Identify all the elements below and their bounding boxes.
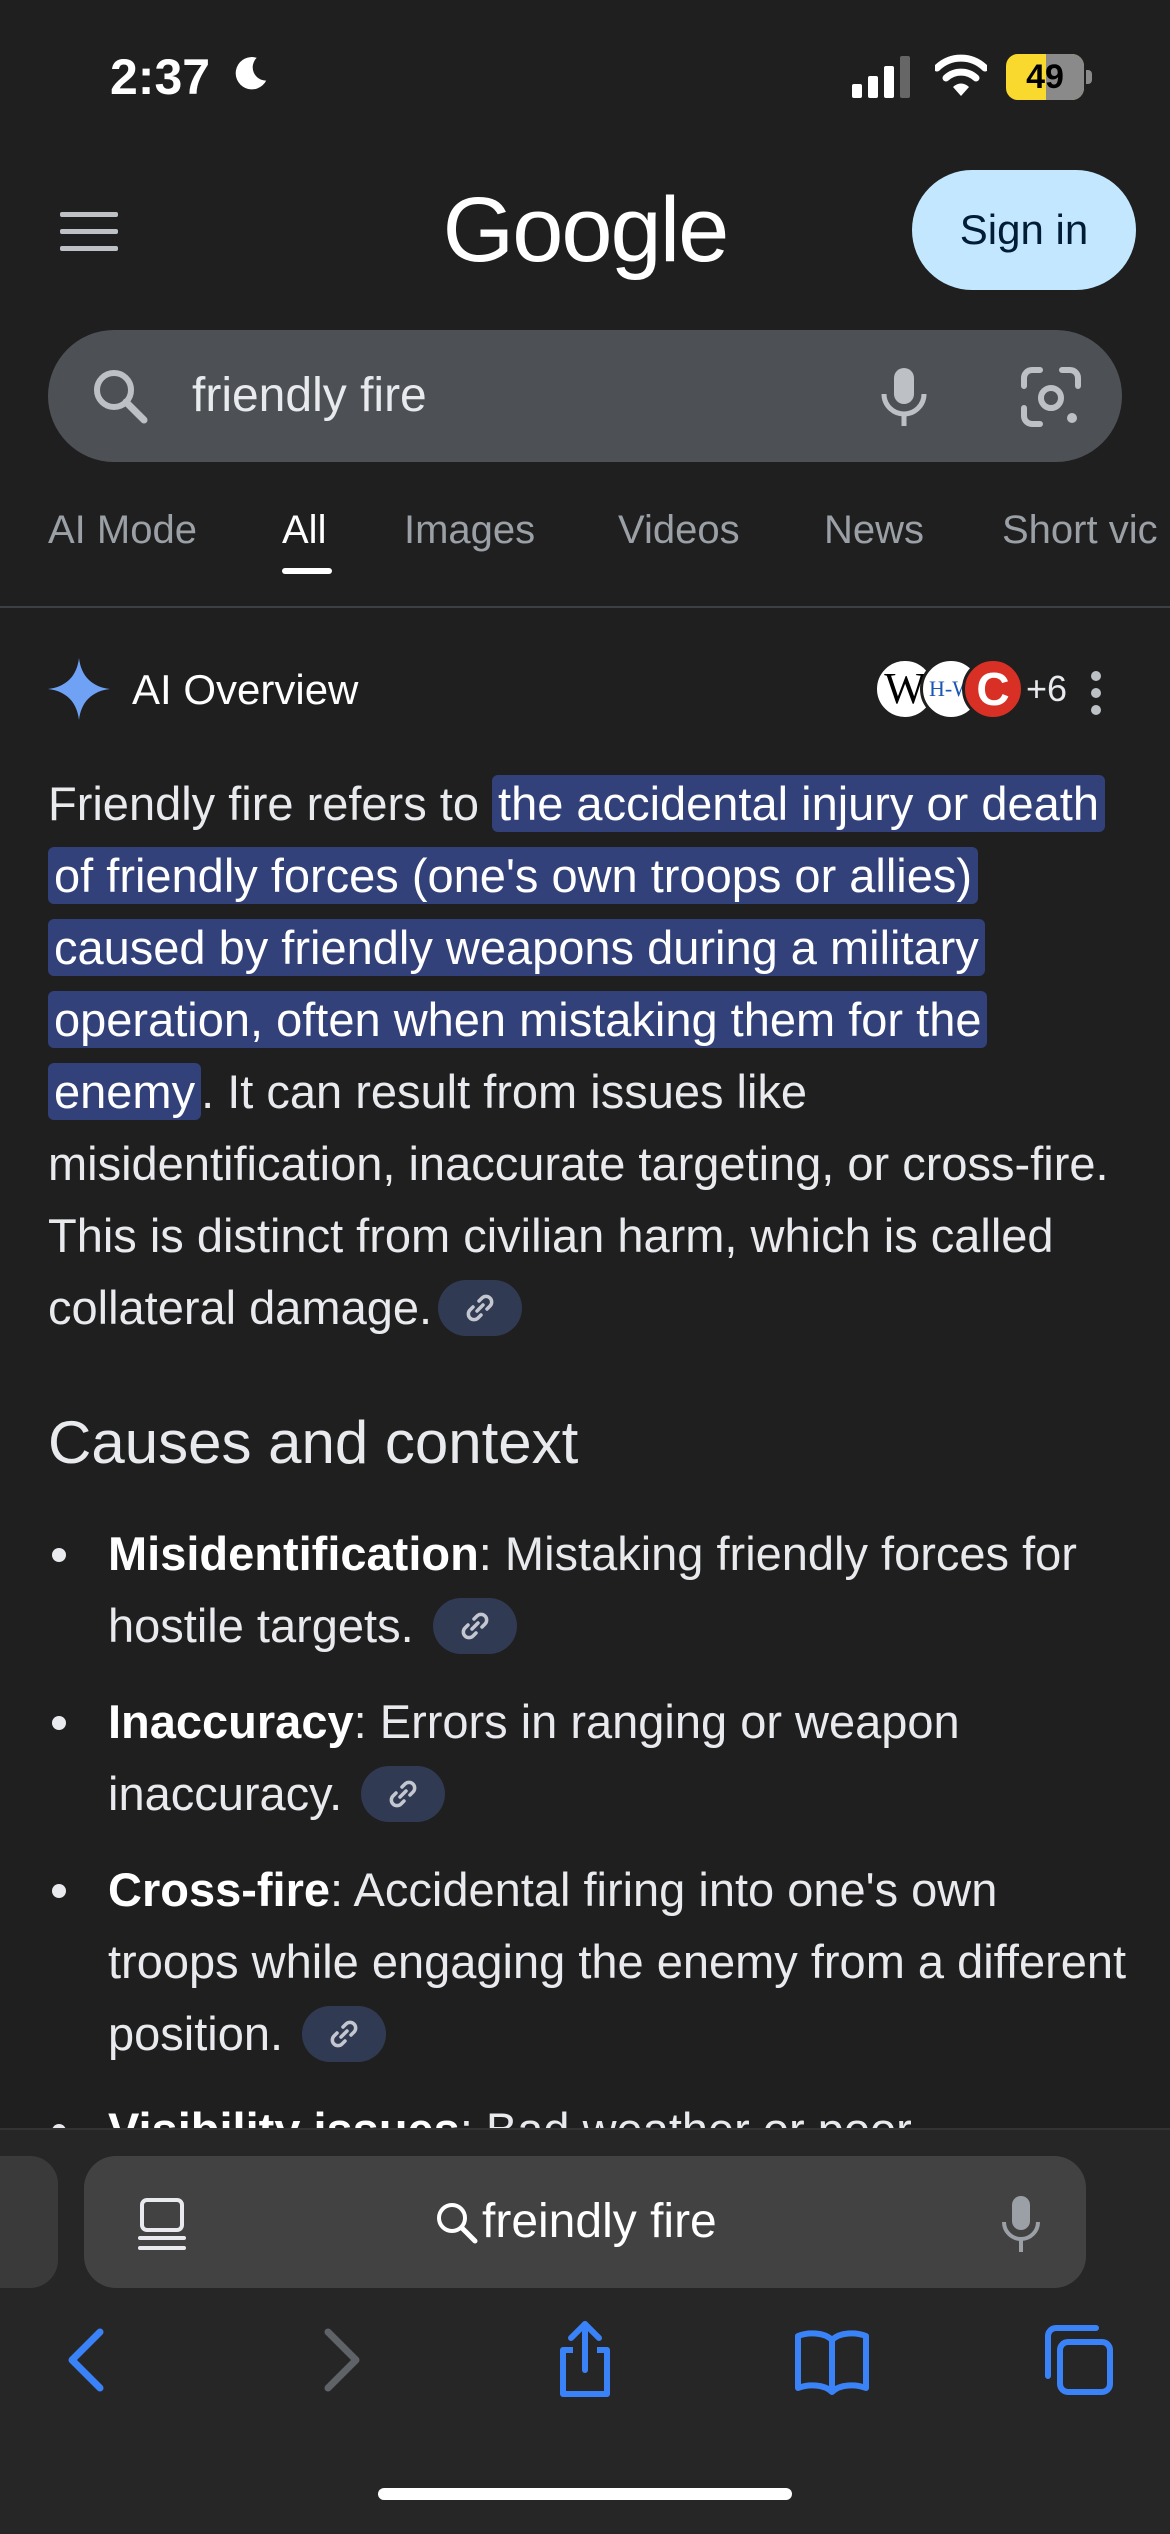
ai-overview-summary: Friendly fire refers to the accidental i… [48,768,1122,1344]
status-bar: 2:37 49 [0,0,1170,150]
active-tab-indicator [282,568,332,574]
battery-indicator: 49 [1006,54,1092,100]
bullet-term: Cross-fire [108,1863,331,1916]
battery-percent: 49 [1026,58,1064,96]
search-input[interactable]: friendly fire [192,330,427,462]
voice-search-icon[interactable] [870,362,938,430]
list-item: Visibility issues: Bad weather or poor [48,2094,1128,2130]
search-icon [437,2203,478,2244]
citation-link-button[interactable] [361,1765,446,1822]
source-favicons[interactable]: W H-W C +6 [822,656,1067,726]
tab-ai-mode[interactable]: AI Mode [48,508,197,553]
causes-list: Misidentification: Mistaking friendly fo… [48,1518,1128,2130]
ai-overview-header: AI Overview W H-W C +6 [48,656,1122,726]
bullet-term: Visibility issues [108,2103,460,2130]
citation-link-button[interactable] [302,2005,387,2062]
status-time: 2:37 [110,49,211,105]
ai-overview-title: AI Overview [132,666,359,713]
search-box[interactable]: friendly fire [48,330,1122,462]
link-icon [466,1294,494,1321]
back-icon[interactable] [48,2320,128,2400]
tabs-icon[interactable] [1040,2320,1120,2400]
tab-all[interactable]: All [282,508,326,553]
summary-rest: . It can result from issues like misiden… [48,1065,1109,1334]
tab-news[interactable]: News [824,508,924,553]
cellular-signal-icon [852,56,910,98]
link-icon [389,1780,417,1807]
tab-images[interactable]: Images [404,508,535,553]
address-bar[interactable]: freindly fire [84,2156,1086,2288]
summary-intro: Friendly fire refers to [48,777,493,830]
previous-tab-preview[interactable] [0,2156,58,2288]
moon-icon [235,57,267,90]
address-text[interactable]: freindly fire [482,2156,717,2288]
list-item: Inaccuracy: Errors in ranging or weapon … [48,1686,1128,1830]
bookmarks-icon[interactable] [792,2320,872,2400]
list-item: Misidentification: Mistaking friendly fo… [48,1518,1128,1662]
tab-short-videos[interactable]: Short vic [1002,508,1158,553]
google-lens-icon[interactable] [1018,364,1084,430]
microphone-icon[interactable] [996,2194,1046,2254]
forward-icon[interactable] [300,2320,380,2400]
bullet-term: Inaccuracy [108,1695,354,1748]
section-heading: Causes and context [48,1409,579,1476]
share-icon[interactable] [545,2320,625,2400]
more-options-icon[interactable] [1086,668,1106,718]
list-item: Cross-fire: Accidental firing into one's… [48,1854,1128,2070]
search-tabs: AI Mode All Images Videos News Short vic [0,500,1170,608]
citation-link-button[interactable] [432,1597,517,1654]
sign-in-button[interactable]: Sign in [912,170,1136,290]
home-indicator [378,2488,792,2500]
link-icon [461,1612,489,1639]
search-icon [94,370,148,424]
gemini-sparkle-icon [48,658,110,720]
bullet-text: : Bad weather or poor [459,2103,912,2130]
more-sources-count: +6 [1026,668,1068,709]
wifi-icon [935,54,987,96]
page-menu-icon[interactable] [134,2196,190,2252]
source-favicon-c: C [962,658,1024,720]
link-icon [330,2020,358,2047]
bullet-term: Misidentification [108,1527,479,1580]
tab-videos[interactable]: Videos [618,508,740,553]
citation-link-button[interactable] [438,1279,523,1336]
